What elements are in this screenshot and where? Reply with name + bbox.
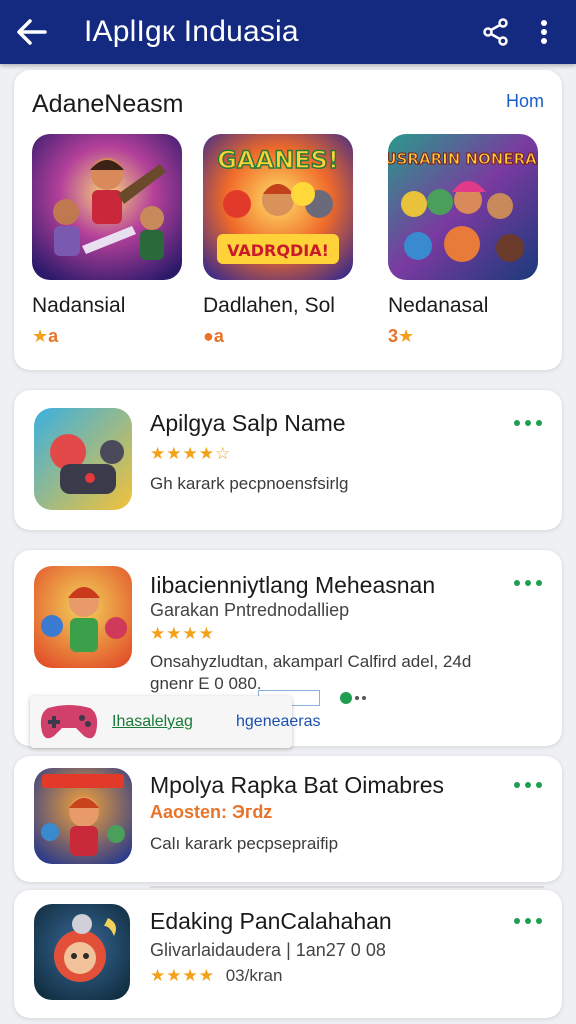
more-options-icon[interactable] (514, 418, 542, 428)
app-title: Edaking PanCalahahan (150, 908, 392, 934)
app-icon (34, 408, 132, 510)
page-title: IAplIgк Induasia (84, 15, 299, 48)
app-icon (34, 768, 132, 864)
section-title: AdaneNeasm (32, 90, 184, 118)
featured-app-rating: ●a (203, 326, 224, 346)
app-icon (34, 566, 132, 668)
back-button[interactable] (0, 0, 64, 64)
featured-app-1[interactable]: Nadansial ★a (32, 134, 184, 347)
share-button[interactable] (472, 0, 520, 64)
svg-text:GAANES!: GAANES! (217, 146, 339, 174)
rating-stars: ★★★★ (150, 966, 215, 985)
status-indicator (340, 692, 370, 704)
app-icon (34, 904, 130, 1000)
featured-app-3[interactable]: RUSRARIN NONERAL! Nedanasal 3★ (388, 134, 540, 347)
app-title: Mpolya Rapka Bat Oimabres (150, 772, 445, 798)
list-item[interactable]: Edaking PanCalahahan Glivarlaidaudera | … (14, 890, 562, 1018)
rating-stars: ★★★★ (150, 624, 215, 643)
divider (150, 886, 544, 888)
gamepad-icon (40, 705, 98, 739)
more-options-icon[interactable] (514, 578, 542, 588)
featured-app-2[interactable]: GAANES! VADRQDIA! Dadlahen, Sol ●a (203, 134, 355, 347)
more-options-icon[interactable] (514, 780, 542, 790)
featured-app-rating: 3★ (388, 326, 415, 346)
app-description-2: gnenr E 0 080. (150, 674, 262, 693)
list-item[interactable]: Mpolya Rapka Bat Oimabres Aaosten: Эгdz … (14, 756, 562, 882)
app-description: Gh karark pecpnoensfsirlg (150, 474, 349, 493)
featured-thumbnail (32, 134, 182, 280)
more-vert-icon (541, 20, 547, 44)
overflow-menu-button[interactable] (520, 0, 568, 64)
app-developer: Aaosten: Эгdz (150, 802, 273, 822)
share-icon (483, 18, 508, 46)
featured-section: AdaneNeasm Hom Nadansial ★a GAANES! VADR… (14, 70, 562, 370)
svg-text:RUSRARIN NONERAL!: RUSRARIN NONERAL! (388, 150, 538, 168)
app-bar: IAplIgк Induasia (0, 0, 576, 64)
chip-label-secondary: hgeneaeras (236, 713, 321, 730)
featured-thumbnail: RUSRARIN NONERAL! (388, 134, 538, 280)
rating-stars: ★★★★☆ (150, 444, 232, 463)
chip-label: Ihasalelyag (112, 713, 193, 730)
svg-text:VADRQDIA!: VADRQDIA! (227, 241, 329, 260)
section-link[interactable]: Hom (506, 91, 544, 112)
rating-text: 03/kran (225, 966, 283, 985)
back-arrow-icon (17, 19, 47, 45)
floating-chip[interactable]: Ihasalelyag hgeneaeras (30, 696, 321, 748)
rating-row: ★★★★ 03/kran (150, 966, 282, 986)
list-item[interactable]: Apilgya Salp Name ★★★★☆ Gh karark pecpno… (14, 390, 562, 530)
featured-app-name: Nadansial (32, 294, 126, 317)
featured-app-rating: ★a (32, 326, 59, 346)
app-developer: Glivarlaidaudera | 1an27 0 08 (150, 940, 386, 960)
featured-app-name: Dadlahen, Sol (203, 294, 335, 317)
more-options-icon[interactable] (514, 916, 542, 926)
app-description: Calı karark pecpsepraifip (150, 834, 339, 853)
app-title: Apilgya Salp Name (150, 410, 346, 436)
featured-app-name: Nedanasal (388, 294, 489, 317)
app-description: Onsahyzludtan, akamparl Calfird adel, 24… (150, 652, 472, 671)
featured-thumbnail: GAANES! VADRQDIA! (203, 134, 353, 280)
app-title: Iibacienniytlang Meheasnan (150, 572, 436, 598)
app-developer: Garakan Pntrednodalliep (150, 600, 350, 620)
